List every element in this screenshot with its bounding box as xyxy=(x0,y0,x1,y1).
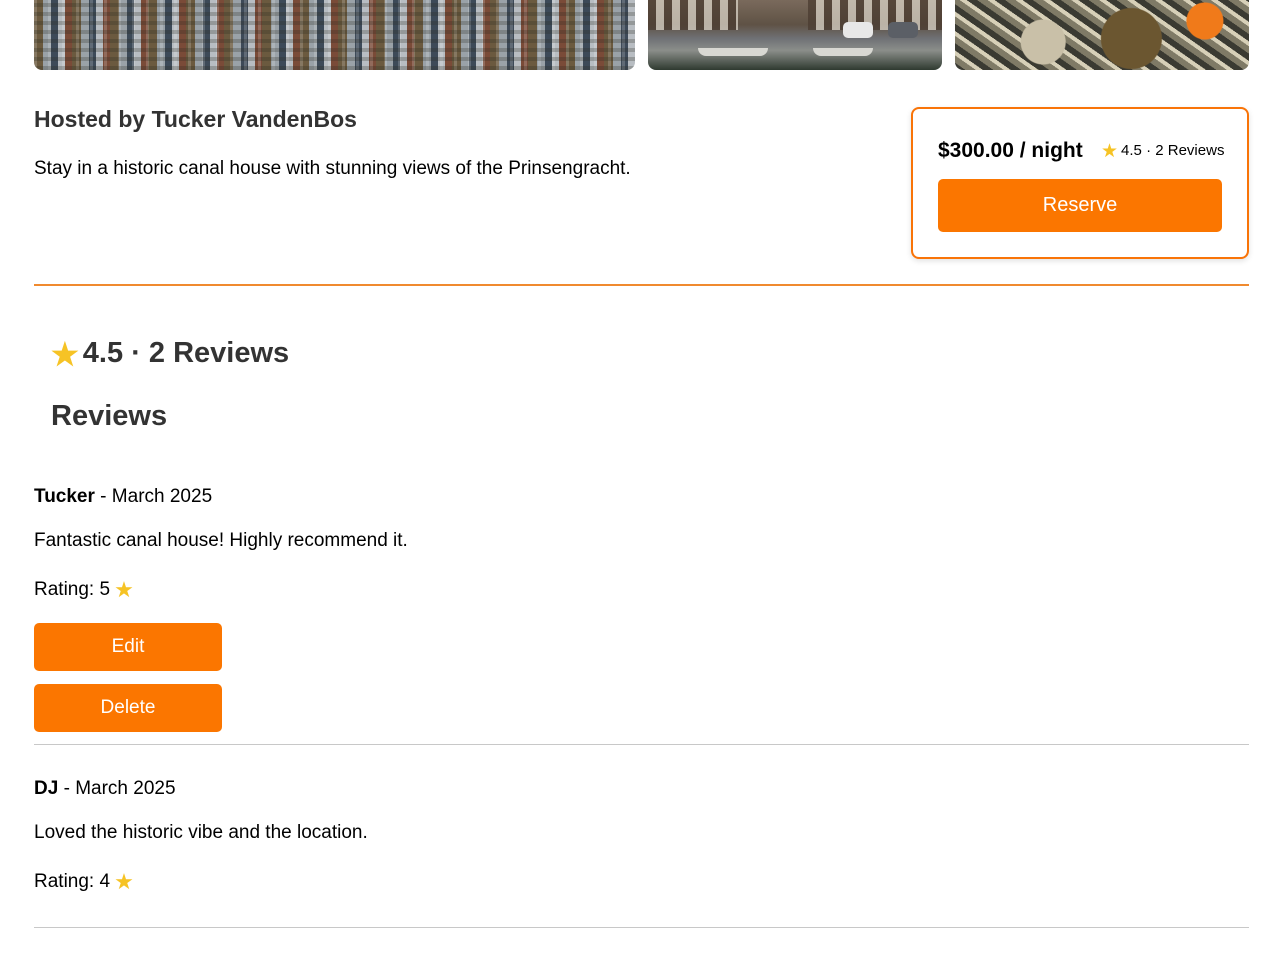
review-divider xyxy=(34,927,1249,928)
review-header: DJ - March 2025 xyxy=(34,778,176,799)
summary-reviews-count: 2 Reviews xyxy=(148,337,290,369)
section-divider xyxy=(34,284,1249,286)
review-text: Fantastic canal house! Highly recommend … xyxy=(34,530,408,551)
review-item: Tucker - March 2025 Fantastic canal hous… xyxy=(34,486,1249,746)
review-rating-label: Rating: xyxy=(34,579,95,600)
review-item: DJ - March 2025 Loved the historic vibe … xyxy=(34,778,1249,930)
listing-photo-canal-street[interactable] xyxy=(648,0,942,70)
delete-review-button[interactable]: Delete xyxy=(34,684,222,732)
star-icon: ★ xyxy=(51,337,79,372)
review-rating-label: Rating: xyxy=(34,871,95,892)
reviews-heading: Reviews xyxy=(51,400,168,432)
review-rating: Rating: 5 ★ xyxy=(34,577,134,603)
review-author: Tucker xyxy=(34,486,95,507)
edit-review-button[interactable]: Edit xyxy=(34,623,222,671)
listing-page: Hosted by Tucker VandenBos Stay in a his… xyxy=(0,0,1280,961)
star-icon: ★ xyxy=(114,577,134,602)
review-date: March 2025 xyxy=(75,778,176,799)
review-author: DJ xyxy=(34,778,59,799)
booking-rating-value: 4.5 xyxy=(1121,142,1142,159)
review-date: March 2025 xyxy=(111,486,213,507)
star-icon: ★ xyxy=(1101,141,1119,162)
review-rating-value: 4 xyxy=(99,871,111,892)
review-text: Loved the historic vibe and the location… xyxy=(34,822,368,843)
reserve-button[interactable]: Reserve xyxy=(938,179,1222,232)
summary-rating-value: 4.5 xyxy=(82,337,124,369)
review-rating-value: 5 xyxy=(99,579,111,600)
booking-card: $300.00 / night ★ 4.5 · 2 Reviews Reserve xyxy=(911,107,1249,259)
listing-photo-canal-reflection[interactable] xyxy=(34,0,635,70)
booking-reviews-count: 2 Reviews xyxy=(1155,142,1225,159)
listing-description: Stay in a historic canal house with stun… xyxy=(34,158,631,179)
star-icon: ★ xyxy=(114,869,134,894)
host-title: Hosted by Tucker VandenBos xyxy=(34,106,357,132)
listing-photo-market[interactable] xyxy=(955,0,1249,70)
price-per-night: $300.00 / night xyxy=(938,139,1083,162)
review-summary: ★ 4.5 · 2 Reviews xyxy=(51,337,289,373)
booking-rating-summary: ★ 4.5 · 2 Reviews xyxy=(1101,140,1224,163)
photo-gallery xyxy=(34,0,1249,70)
review-divider xyxy=(34,744,1249,745)
booking-separator: · xyxy=(1146,142,1152,159)
review-rating: Rating: 4 ★ xyxy=(34,869,134,895)
review-header: Tucker - March 2025 xyxy=(34,486,213,507)
summary-separator: · xyxy=(131,337,141,369)
